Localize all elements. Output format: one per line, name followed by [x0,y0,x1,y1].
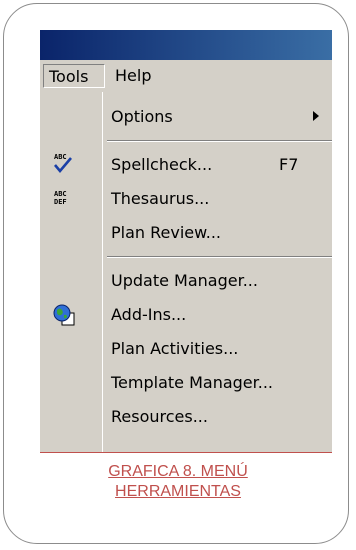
thesaurus-icon: ABC DEF [54,190,67,206]
window-title-bar [40,30,332,60]
svg-text:ABC: ABC [54,190,67,198]
caption-rule [40,452,332,453]
menu-item-thesaurus[interactable]: ABC DEF Thesaurus... [54,182,332,216]
menu-bar: Tools Help [40,60,332,92]
template-manager-label: Template Manager... [111,373,274,392]
spellcheck-shortcut: F7 [279,155,299,174]
spellcheck-label: Spellcheck... [111,155,213,174]
options-label: Options [111,107,173,126]
menu-item-plan-activities[interactable]: Plan Activities... [103,332,332,366]
svg-text:DEF: DEF [54,198,67,206]
menu-screenshot: Tools Help Options ABC Spellcheck... F7 … [40,30,332,452]
tools-dropdown-menu: Options ABC Spellcheck... F7 ABC DEF The… [53,92,332,452]
plan-activities-label: Plan Activities... [111,339,239,358]
figure-caption-line-2: HERRAMIENTAS [115,483,241,500]
spellcheck-icon: ABC [54,153,72,174]
menu-item-options[interactable]: Options [103,100,332,134]
menu-item-add-ins[interactable]: Add-Ins... [53,298,332,332]
menu-item-template-manager[interactable]: Template Manager... [103,366,332,400]
menu-item-spellcheck[interactable]: ABC Spellcheck... F7 [54,148,332,182]
resources-label: Resources... [111,407,208,426]
globe-icon [53,304,75,326]
figure-caption-line-1: GRAFICA 8. MENÚ [108,463,248,480]
svg-text:ABC: ABC [54,153,67,161]
menu-separator [107,140,332,142]
submenu-arrow-icon [313,111,319,121]
plan-review-label: Plan Review... [111,223,221,242]
menu-item-resources[interactable]: Resources... [103,400,332,434]
menu-separator [107,256,332,258]
update-manager-label: Update Manager... [111,271,258,290]
thesaurus-label: Thesaurus... [111,189,210,208]
menu-item-plan-review[interactable]: Plan Review... [103,216,332,250]
menu-tools[interactable]: Tools [43,64,105,88]
menu-help[interactable]: Help [110,64,158,88]
menu-item-update-manager[interactable]: Update Manager... [103,264,332,298]
add-ins-label: Add-Ins... [111,305,187,324]
